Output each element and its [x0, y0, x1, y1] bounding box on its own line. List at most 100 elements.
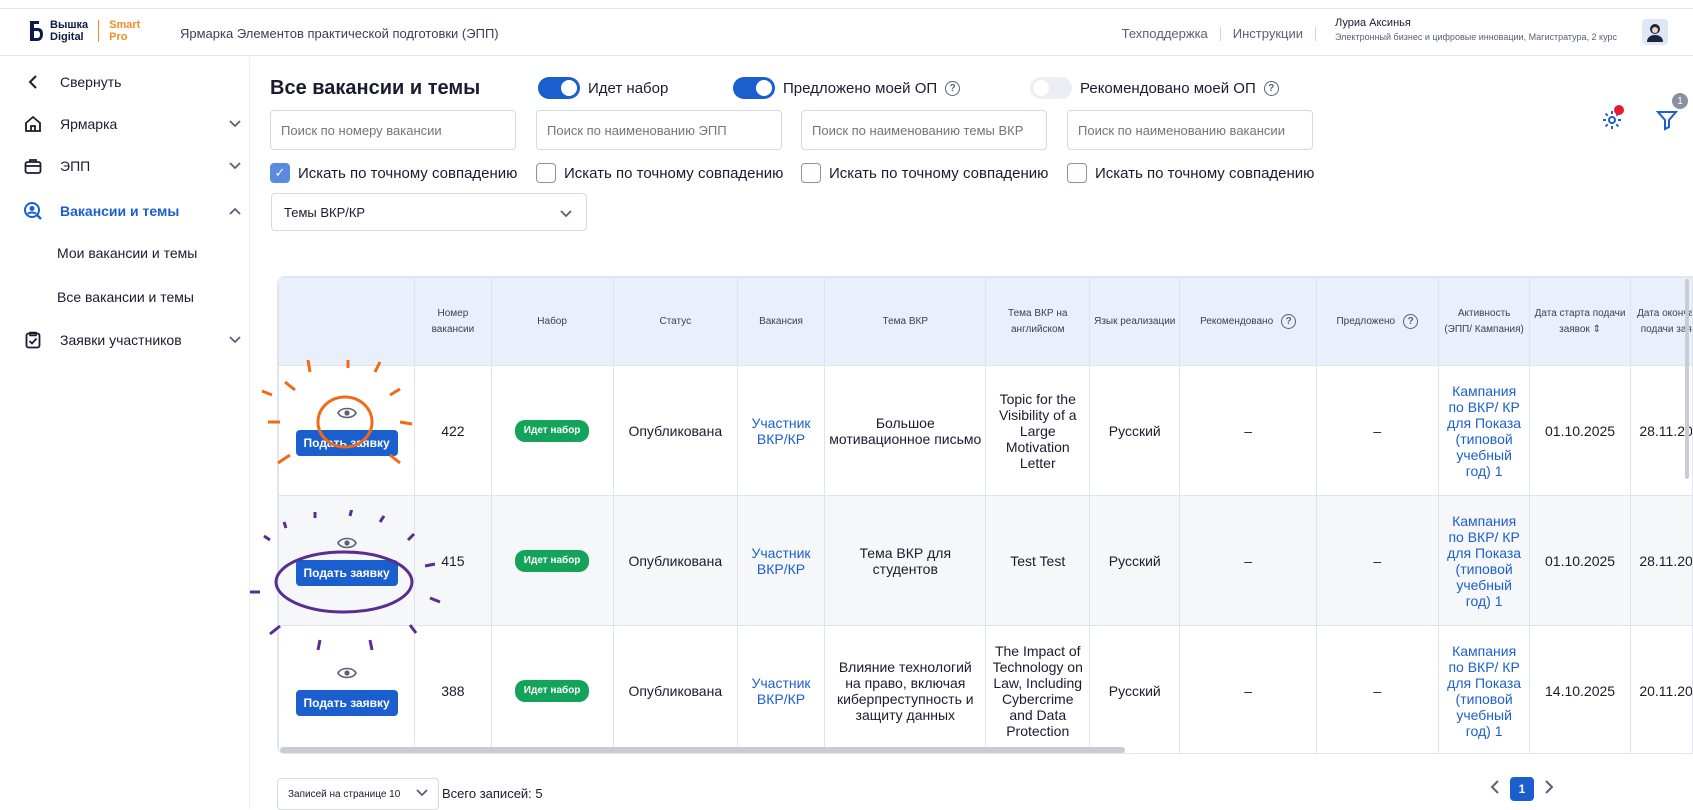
sort-icon[interactable]: ⇕ [1593, 324, 1601, 335]
cell-offered: – [1316, 626, 1438, 755]
briefcase-icon [22, 155, 44, 177]
toggle-recommended-by-my-program[interactable]: Рекомендовано моей ОП ? [1030, 77, 1279, 99]
cell-start-date: 14.10.2025 [1530, 626, 1630, 755]
page-title: Все вакансии и темы [270, 77, 480, 100]
cell-offered: – [1316, 496, 1438, 626]
checkbox-icon[interactable] [801, 163, 821, 183]
top-links: Техподдержка Инструкции [1122, 26, 1328, 41]
table-header[interactable]: Язык реализации [1090, 278, 1180, 366]
table-header[interactable]: Вакансия [737, 278, 824, 366]
toggle-switch[interactable] [538, 77, 580, 99]
toggle-label: Рекомендовано моей ОП [1080, 80, 1256, 97]
cell-activity-link[interactable]: Кампания по ВКР/ КР для Показа (типовой … [1438, 366, 1530, 496]
table-header[interactable]: Статус [613, 278, 737, 366]
settings-button[interactable] [1601, 109, 1623, 136]
toggle-recruiting[interactable]: Идет набор [538, 77, 668, 99]
exact-match-label: Искать по точному совпадению [564, 165, 783, 182]
eye-icon[interactable] [337, 666, 357, 680]
logo-line1: Вышка [50, 19, 88, 31]
table-header-recommended[interactable]: Рекомендовано? [1180, 278, 1316, 366]
chevron-left-icon [22, 71, 44, 93]
chevron-down-icon [228, 332, 242, 348]
support-link[interactable]: Техподдержка [1122, 26, 1208, 41]
prev-page-icon[interactable] [1490, 780, 1500, 799]
table-header[interactable]: Тема ВКР [825, 278, 986, 366]
checkbox-icon[interactable] [536, 163, 556, 183]
sidebar-subitem-my-vacancies[interactable]: Мои вакансии и темы [57, 245, 197, 261]
sidebar-collapse[interactable]: Свернуть [22, 71, 242, 93]
cell-vacancy-link[interactable]: Участник ВКР/КР [737, 366, 824, 496]
user-avatar-icon [1646, 22, 1664, 42]
sidebar-item-vacancies[interactable]: Вакансии и темы [22, 200, 242, 222]
user-info[interactable]: Луриа Аксинья Электронный бизнес и цифро… [1335, 17, 1617, 42]
toggle-switch[interactable] [1030, 77, 1072, 99]
next-page-icon[interactable] [1544, 780, 1554, 799]
table-header-offered[interactable]: Предложено? [1316, 278, 1438, 366]
search-vkr-topic-input[interactable] [801, 110, 1047, 150]
help-icon[interactable]: ? [1264, 81, 1279, 96]
sidebar-item-label: Вакансии и темы [60, 203, 179, 219]
sidebar-item-applications[interactable]: Заявки участников [22, 329, 242, 351]
table-header[interactable]: Активность (ЭПП/ Кампания) [1438, 278, 1530, 366]
user-name: Луриа Аксинья [1335, 17, 1617, 29]
cell-activity-link[interactable]: Кампания по ВКР/ КР для Показа (типовой … [1438, 496, 1530, 626]
exact-match-checkbox-3[interactable]: Искать по точному совпадению [801, 163, 1048, 183]
logo[interactable]: Вышка Digital Smart Pro [28, 19, 140, 43]
chevron-up-icon [228, 203, 242, 219]
home-icon [22, 113, 44, 135]
search-epp-name-input[interactable] [536, 110, 782, 150]
vertical-scrollbar[interactable] [1685, 279, 1689, 479]
cell-recruit: Идет набор [491, 626, 613, 755]
type-select[interactable]: Темы ВКР/КР [271, 193, 587, 231]
cell-activity-link[interactable]: Кампания по ВКР/ КР для Показа (типовой … [1438, 626, 1530, 755]
exact-match-checkbox-4[interactable]: Искать по точному совпадению [1067, 163, 1314, 183]
eye-icon[interactable] [337, 406, 357, 420]
avatar[interactable] [1642, 19, 1668, 45]
sidebar-item-fair[interactable]: Ярмарка [22, 113, 242, 135]
table-header[interactable]: Набор [491, 278, 613, 366]
cell-number: 388 [415, 626, 491, 755]
hse-logo-icon [28, 19, 44, 43]
exact-match-checkbox-1[interactable]: ✓ Искать по точному совпадению [270, 163, 517, 183]
table-header-start-date[interactable]: Дата старта подачи заявок ⇕ [1530, 278, 1630, 366]
table-row: Подать заявку 422 Идет набор Опубликован… [279, 366, 1693, 496]
help-icon[interactable]: ? [945, 81, 960, 96]
cell-recommended: – [1180, 626, 1316, 755]
cell-language: Русский [1090, 496, 1180, 626]
cell-vacancy-link[interactable]: Участник ВКР/КР [737, 496, 824, 626]
checkbox-icon[interactable] [1067, 163, 1087, 183]
toggle-offered-by-my-program[interactable]: Предложено моей ОП ? [733, 77, 960, 99]
instructions-link[interactable]: Инструкции [1233, 26, 1303, 41]
checkbox-checked-icon[interactable]: ✓ [270, 163, 290, 183]
apply-button[interactable]: Подать заявку [296, 430, 398, 456]
sidebar-item-epp[interactable]: ЭПП [22, 155, 242, 177]
page-number-button[interactable]: 1 [1510, 777, 1534, 801]
search-vacancy-number-input[interactable] [270, 110, 516, 150]
sidebar-item-label: Ярмарка [60, 116, 117, 132]
sidebar-subitem-all-vacancies[interactable]: Все вакансии и темы [57, 289, 194, 305]
table-header-row: Номер вакансии Набор Статус Вакансия Тем… [279, 278, 1693, 366]
cell-topic: Большое мотивационное письмо [825, 366, 986, 496]
search-vacancy-name-input[interactable] [1067, 110, 1313, 150]
per-page-select[interactable]: Записей на странице 10 [277, 778, 439, 810]
per-page-value: Записей на странице 10 [288, 789, 400, 800]
help-icon[interactable]: ? [1403, 314, 1418, 329]
table-header[interactable]: Дата окончания подачи заявок [1630, 278, 1693, 366]
eye-icon[interactable] [337, 536, 357, 550]
help-icon[interactable]: ? [1281, 314, 1296, 329]
header-label: Предложено [1336, 316, 1395, 327]
table-header[interactable]: Номер вакансии [415, 278, 491, 366]
cell-language: Русский [1090, 366, 1180, 496]
cell-vacancy-link[interactable]: Участник ВКР/КР [737, 626, 824, 755]
cell-status: Опубликована [613, 626, 737, 755]
toggle-label: Предложено моей ОП [783, 80, 937, 97]
total-records: Всего записей: 5 [442, 786, 543, 801]
toggle-switch[interactable] [733, 77, 775, 99]
horizontal-scrollbar[interactable] [280, 747, 1125, 753]
apply-button[interactable]: Подать заявку [296, 690, 398, 716]
table-header[interactable]: Тема ВКР на английском [986, 278, 1090, 366]
status-badge: Идет набор [515, 420, 590, 442]
apply-button[interactable]: Подать заявку [296, 560, 398, 586]
exact-match-checkbox-2[interactable]: Искать по точному совпадению [536, 163, 783, 183]
filter-button[interactable]: 1 [1656, 109, 1678, 136]
